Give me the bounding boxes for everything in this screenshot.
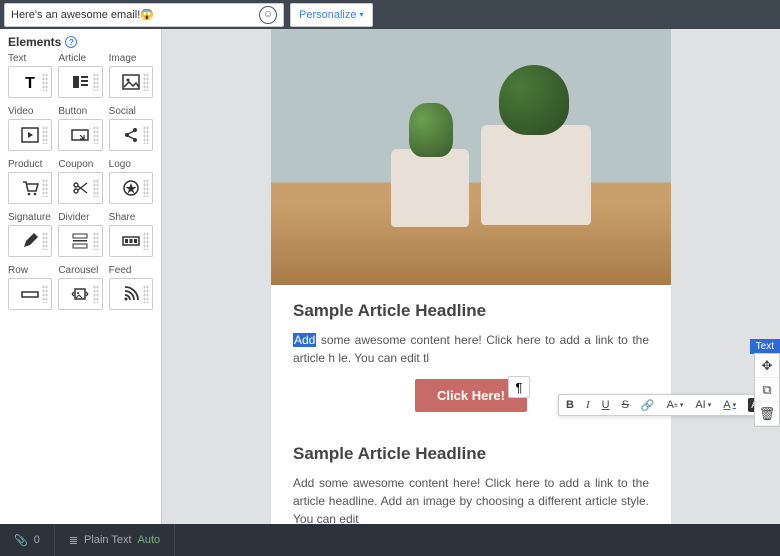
elements-sidebar: Elements ? Text T Article Image Video Button S… [0,29,162,524]
personalize-label: Personalize [299,9,356,21]
canvas[interactable]: Sample Article Headline Add some awesome… [162,29,780,524]
lines-icon: ≣ [69,534,78,547]
topbar: ☺ Personalize ▾ [0,0,780,29]
plain-text-label: Plain Text [84,534,132,546]
element-tile-carousel[interactable] [58,278,102,310]
element-tile-social[interactable] [109,119,153,151]
article-body[interactable]: Add some awesome content here! Click her… [293,331,649,367]
duplicate-icon[interactable]: ⧉ [755,378,779,402]
help-icon[interactable]: ? [65,36,77,48]
article-block-2[interactable]: Sample Article Headline Add some awesome… [271,428,671,524]
element-label: Share [109,212,153,223]
element-tile-logo[interactable] [109,172,153,204]
article-headline[interactable]: Sample Article Headline [293,444,649,464]
element-label: Signature [8,212,52,223]
subject-input[interactable] [11,9,259,21]
article-headline[interactable]: Sample Article Headline [293,301,649,321]
strike-button[interactable]: S [619,399,632,411]
plain-text-toggle[interactable]: ≣ Plain Text Auto [55,524,175,556]
personalize-button[interactable]: Personalize ▾ [290,3,373,27]
subject-field-wrap[interactable]: ☺ [4,3,284,27]
footer: 📎 0 ≣ Plain Text Auto [0,524,780,556]
element-tile-coupon[interactable] [58,172,102,204]
element-label: Video [8,106,52,117]
element-tile-share[interactable] [109,225,153,257]
element-label: Logo [109,159,153,170]
element-label: Button [58,106,102,117]
element-tile-divider[interactable] [58,225,102,257]
element-label: Text [8,53,52,64]
element-tile-image[interactable] [109,66,153,98]
attachments-count: 0 [34,534,40,546]
link-button[interactable]: 🔗 [638,399,658,412]
italic-button[interactable]: I [583,399,593,411]
ai-button[interactable]: AI [692,399,714,411]
text-selection: Add [293,333,316,347]
element-tile-article[interactable] [58,66,102,98]
element-tile-feed[interactable] [109,278,153,310]
element-tile-row[interactable] [8,278,52,310]
element-tile-product[interactable] [8,172,52,204]
element-label: Product [8,159,52,170]
format-toolbar: B I U S 🔗 A± AI A A Tx [558,394,780,416]
article-body[interactable]: Add some awesome content here! Click her… [293,474,649,524]
element-label: Feed [109,265,153,276]
emoji-picker-icon[interactable]: ☺ [259,6,277,24]
element-label: Row [8,265,52,276]
element-label: Coupon [58,159,102,170]
selection-label: Text [750,339,780,354]
element-label: Article [58,53,102,64]
sidebar-title-text: Elements [8,35,61,49]
move-icon[interactable]: ✥ [755,354,779,378]
element-tile-text[interactable]: T [8,66,52,98]
text-color-button[interactable]: A [720,399,739,411]
element-tile-video[interactable] [8,119,52,151]
auto-label: Auto [138,534,161,546]
element-tile-button[interactable] [58,119,102,151]
hero-image[interactable] [271,29,671,285]
svg-text:T: T [25,75,35,91]
element-label: Divider [58,212,102,223]
selection-tools: ✥ ⧉ 🗑 [754,353,780,427]
chevron-down-icon: ▾ [359,10,363,19]
underline-button[interactable]: U [599,399,613,411]
font-size-button[interactable]: A± [664,399,687,411]
main: Elements ? Text T Article Image Video Button S… [0,29,780,524]
email-body: Sample Article Headline Add some awesome… [271,29,671,524]
elements-grid: Text T Article Image Video Button Social Produc… [8,53,153,310]
sidebar-title: Elements ? [8,35,153,49]
attachments-button[interactable]: 📎 0 [0,524,55,556]
delete-icon[interactable]: 🗑 [755,402,779,426]
paperclip-icon: 📎 [14,534,28,547]
element-label: Carousel [58,265,102,276]
element-label: Social [109,106,153,117]
element-label: Image [109,53,153,64]
paragraph-handle-icon[interactable]: ¶ [508,376,530,398]
element-tile-signature[interactable] [8,225,52,257]
bold-button[interactable]: B [563,399,577,411]
